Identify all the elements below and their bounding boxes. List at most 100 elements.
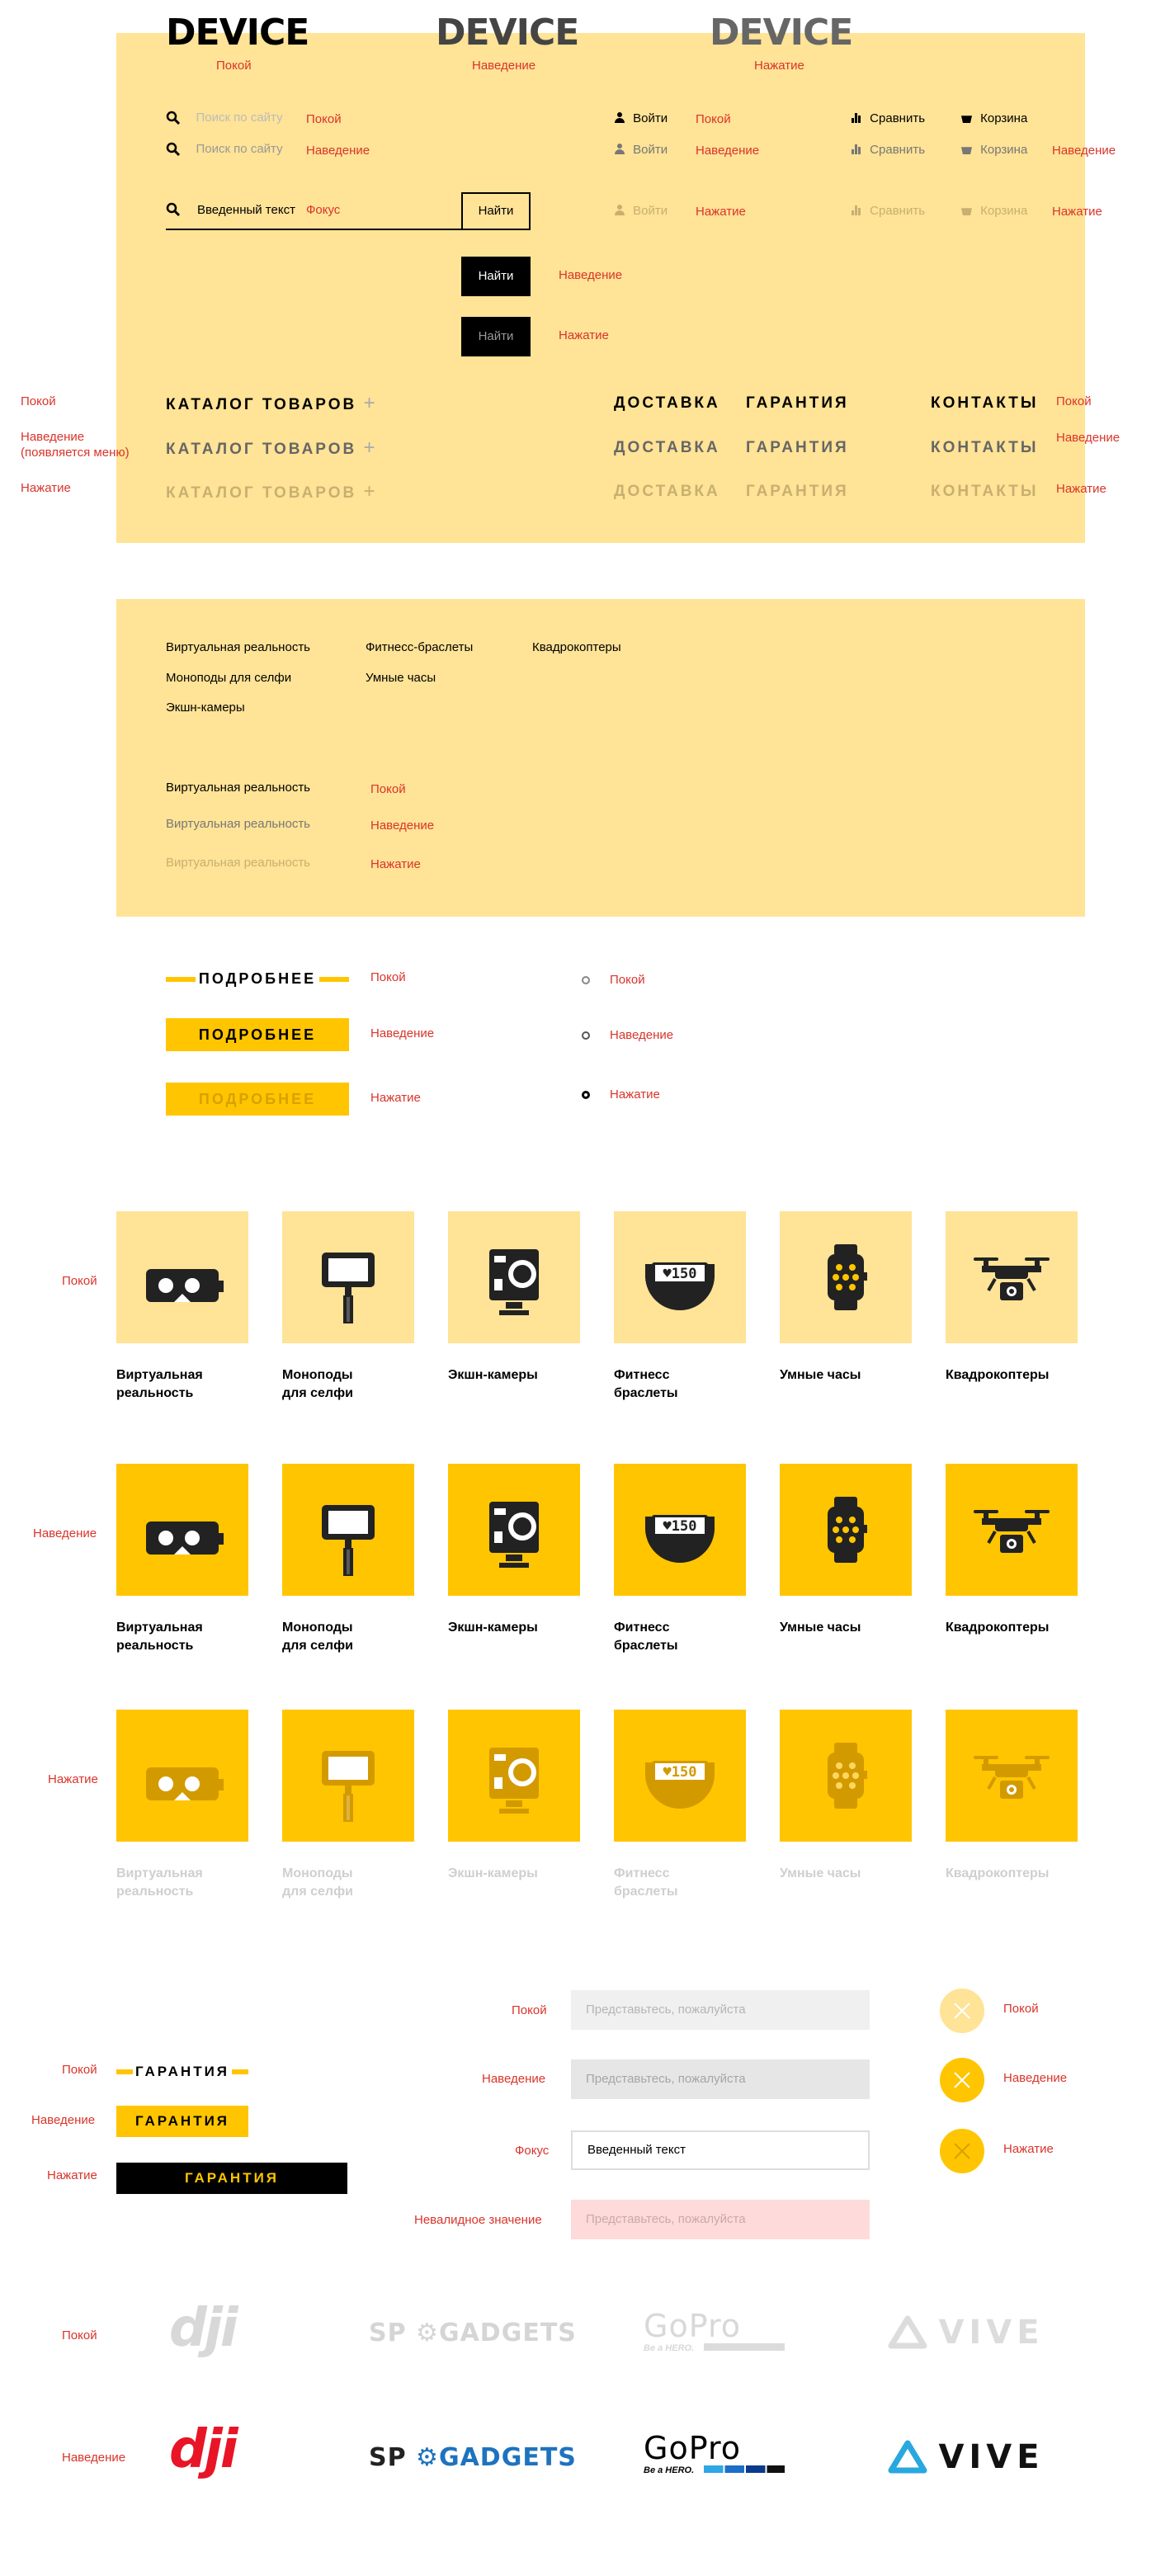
warranty-button-press[interactable]: ГАРАНТИЯ xyxy=(116,2163,347,2194)
cart-link-rest[interactable]: Корзина xyxy=(961,111,1027,125)
category-label[interactable]: Экшн-камеры xyxy=(448,1366,588,1385)
category-label[interactable]: Умные часы xyxy=(780,1366,920,1385)
close-button-rest[interactable] xyxy=(940,1989,984,2033)
compare-link-hover[interactable]: Сравнить xyxy=(852,143,925,157)
nav-warranty-press[interactable]: ГАРАНТИЯ xyxy=(746,483,849,501)
name-field-rest[interactable]: Представьтесь, пожалуйста xyxy=(571,1990,870,2030)
category-label[interactable]: Фитнесс браслеты xyxy=(614,1865,754,1901)
bullet-press[interactable] xyxy=(582,1091,590,1099)
gopro-logo-hover[interactable]: GoPro Be a HERO. xyxy=(644,2432,792,2475)
submenu-link-press[interactable]: Виртуальная реальность xyxy=(166,856,310,870)
nav-delivery-hover[interactable]: ДОСТАВКА xyxy=(614,439,720,457)
submenu-item[interactable]: Экшн-камеры xyxy=(166,701,245,715)
category-label[interactable]: Моноподы для селфи xyxy=(282,1366,422,1403)
logo-press[interactable]: DEVICE xyxy=(710,15,853,51)
warranty-button-hover[interactable]: ГАРАНТИЯ xyxy=(116,2106,248,2137)
category-tile-rest[interactable] xyxy=(780,1211,912,1343)
submenu-state-hover: Наведение xyxy=(370,819,435,833)
category-label[interactable]: Умные часы xyxy=(780,1865,920,1883)
submenu-item[interactable]: Моноподы для селфи xyxy=(166,671,291,685)
name-field-hover[interactable]: Представьтесь, пожалуйста xyxy=(571,2059,870,2099)
login-link-rest[interactable]: Войти xyxy=(615,111,668,125)
nav-contacts-rest[interactable]: КОНТАКТЫ xyxy=(931,394,1039,413)
category-tile-press[interactable]: ♥150 xyxy=(614,1710,746,1842)
category-tile-press[interactable] xyxy=(780,1710,912,1842)
submenu-link-rest[interactable]: Виртуальная реальность xyxy=(166,781,310,795)
category-tile-rest[interactable] xyxy=(448,1211,580,1343)
submenu-item[interactable]: Квадрокоптеры xyxy=(532,640,621,654)
category-label[interactable]: Моноподы для селфи xyxy=(282,1865,422,1901)
gopro-logo-rest[interactable]: GoPro Be a HERO. xyxy=(644,2310,792,2353)
close-button-hover[interactable] xyxy=(940,2058,984,2102)
more-button-rest[interactable]: ПОДРОБНЕЕ xyxy=(166,969,349,988)
cart-link-press[interactable]: Корзина xyxy=(961,204,1027,218)
name-field-invalid[interactable]: Представьтесь, пожалуйста xyxy=(571,2200,870,2239)
nav-delivery-press[interactable]: ДОСТАВКА xyxy=(614,483,720,501)
category-tile-hover[interactable] xyxy=(116,1464,248,1596)
search-focus[interactable]: Введенный текст Фокус Найти xyxy=(166,192,531,230)
category-label[interactable]: Экшн-камеры xyxy=(448,1865,588,1883)
bullet-rest[interactable] xyxy=(582,976,590,984)
find-button-press[interactable]: Найти xyxy=(461,317,531,356)
login-link-hover[interactable]: Войти xyxy=(615,143,668,157)
compare-link-press[interactable]: Сравнить xyxy=(852,204,925,218)
category-label[interactable]: Квадрокоптеры xyxy=(946,1619,1086,1637)
more-button-hover[interactable]: ПОДРОБНЕЕ xyxy=(166,1018,349,1051)
category-tile-rest[interactable]: ♥150 xyxy=(614,1211,746,1343)
logo-hover[interactable]: DEVICE xyxy=(436,15,579,51)
category-label[interactable]: Фитнесс браслеты xyxy=(614,1619,754,1655)
category-label[interactable]: Квадрокоптеры xyxy=(946,1865,1086,1883)
category-tile-hover[interactable] xyxy=(946,1464,1078,1596)
more-button-press[interactable]: ПОДРОБНЕЕ xyxy=(166,1083,349,1116)
close-button-press[interactable] xyxy=(940,2129,984,2173)
category-tile-press[interactable] xyxy=(946,1710,1078,1842)
category-label[interactable]: Фитнесс браслеты xyxy=(614,1366,754,1403)
nav-contacts-hover[interactable]: КОНТАКТЫ xyxy=(931,439,1039,457)
nav-delivery-rest[interactable]: ДОСТАВКА xyxy=(614,394,720,413)
submenu-item[interactable]: Фитнесс-браслеты xyxy=(366,640,473,654)
compare-link-rest[interactable]: Сравнить xyxy=(852,111,925,125)
login-link-press[interactable]: Войти xyxy=(615,204,668,218)
vive-logo-rest[interactable]: VIVE xyxy=(887,2314,1045,2355)
category-label[interactable]: Виртуальная реальность xyxy=(116,1865,257,1901)
category-tile-rest[interactable] xyxy=(116,1211,248,1343)
nav-warranty-rest[interactable]: ГАРАНТИЯ xyxy=(746,394,849,413)
category-label[interactable]: Экшн-камеры xyxy=(448,1619,588,1637)
category-tile-rest[interactable] xyxy=(282,1211,414,1343)
category-tile-press[interactable] xyxy=(282,1710,414,1842)
category-label[interactable]: Виртуальная реальность xyxy=(116,1366,257,1403)
submenu-item[interactable]: Виртуальная реальность xyxy=(166,640,310,654)
category-tile-hover[interactable] xyxy=(282,1464,414,1596)
warranty-button-rest[interactable]: ГАРАНТИЯ xyxy=(116,2063,248,2081)
find-button-focus[interactable]: Найти xyxy=(461,192,531,230)
vive-logo-hover[interactable]: VIVE xyxy=(887,2438,1045,2479)
category-tile-hover[interactable] xyxy=(448,1464,580,1596)
contacts-state-press: Нажатие xyxy=(1056,482,1106,496)
cart-link-hover[interactable]: Корзина xyxy=(961,143,1027,157)
submenu-link-hover[interactable]: Виртуальная реальность xyxy=(166,817,310,831)
nav-warranty-hover[interactable]: ГАРАНТИЯ xyxy=(746,439,849,457)
category-tile-press[interactable] xyxy=(116,1710,248,1842)
name-field-focus[interactable]: Введенный текст xyxy=(571,2130,870,2170)
category-tile-press[interactable] xyxy=(448,1710,580,1842)
bullet-hover[interactable] xyxy=(582,1031,590,1040)
nav-catalog-hover[interactable]: КАТАЛОГ ТОВАРОВ + xyxy=(166,436,375,460)
category-label[interactable]: Квадрокоптеры xyxy=(946,1366,1086,1385)
category-tile-hover[interactable] xyxy=(780,1464,912,1596)
sp-gadgets-logo-rest[interactable]: SP ⚙GADGETS xyxy=(369,2319,577,2347)
category-tile-rest[interactable] xyxy=(946,1211,1078,1343)
find-button-hover[interactable]: Найти xyxy=(461,257,531,296)
logo-rest[interactable]: DEVICE xyxy=(166,15,309,51)
category-label[interactable]: Виртуальная реальность xyxy=(116,1619,257,1655)
category-tile-hover[interactable]: ♥150 xyxy=(614,1464,746,1596)
nav-catalog-press[interactable]: КАТАЛОГ ТОВАРОВ + xyxy=(166,480,375,503)
submenu-item[interactable]: Умные часы xyxy=(366,671,436,685)
dji-logo-hover[interactable]: dji xyxy=(169,2423,276,2476)
category-label[interactable]: Моноподы для селфи xyxy=(282,1619,422,1655)
nav-contacts-press[interactable]: КОНТАКТЫ xyxy=(931,483,1039,501)
nav-catalog-rest[interactable]: КАТАЛОГ ТОВАРОВ + xyxy=(166,392,375,415)
sp-gadgets-logo-hover[interactable]: SP ⚙GADGETS xyxy=(369,2443,577,2472)
category-label-line: Моноподы xyxy=(282,1621,353,1635)
dji-logo-rest[interactable]: dji xyxy=(169,2302,276,2355)
category-label[interactable]: Умные часы xyxy=(780,1619,920,1637)
